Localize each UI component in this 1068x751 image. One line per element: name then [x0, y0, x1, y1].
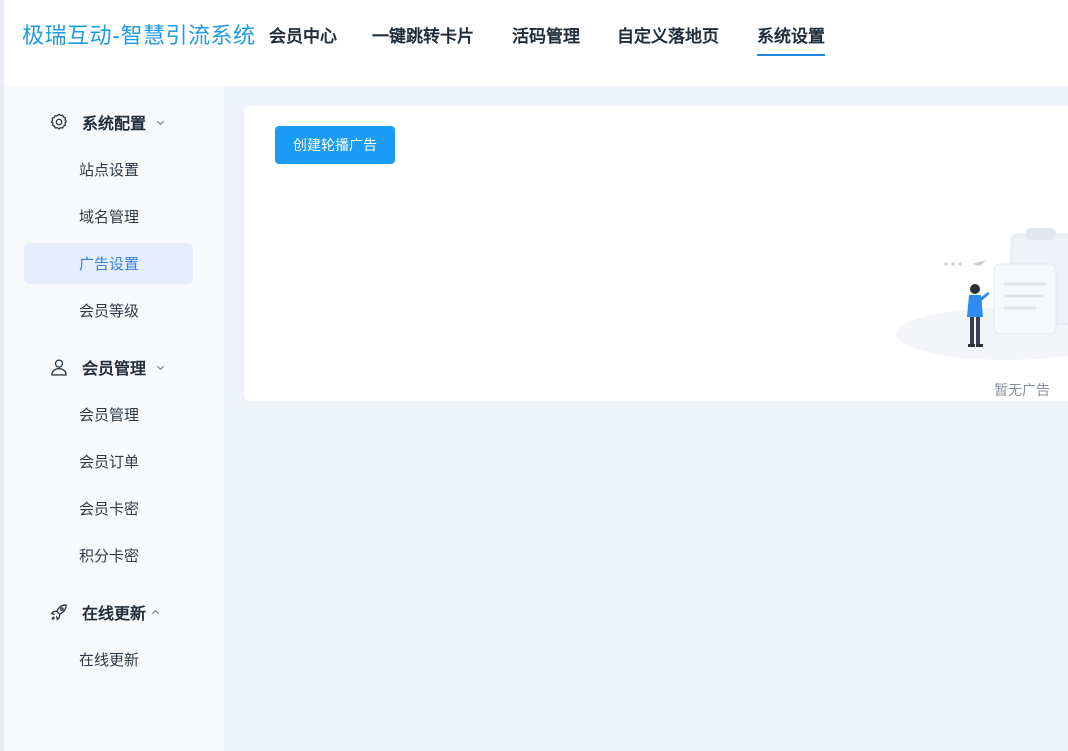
top-header: 极瑞互动-智慧引流系统 会员中心 一键跳转卡片 活码管理 自定义落地页 系统设置: [0, 0, 1068, 86]
nav-live-code[interactable]: 活码管理: [512, 24, 580, 50]
chevron-up-icon: [149, 606, 161, 618]
nav-member-center[interactable]: 会员中心: [269, 24, 337, 50]
empty-state-text: 暂无广告: [994, 383, 1050, 399]
chevron-down-icon: [154, 361, 166, 373]
sidebar-item-online-update[interactable]: 在线更新: [24, 639, 193, 680]
sidebar-group-label: 会员管理: [82, 359, 147, 378]
sidebar: 系统配置 站点设置 域名管理 广告设置 会员等级 会员管理 会员管理 会员订单 …: [0, 86, 224, 751]
sidebar-group-online-update[interactable]: 在线更新: [48, 597, 218, 627]
sidebar-item-member-management[interactable]: 会员管理: [24, 394, 193, 435]
sidebar-group-label: 在线更新: [82, 604, 147, 623]
app-logo[interactable]: 极瑞互动-智慧引流系统: [22, 22, 255, 52]
gear-icon: [48, 111, 70, 133]
sidebar-item-member-orders[interactable]: 会员订单: [24, 441, 193, 482]
chevron-down-icon: [154, 116, 166, 128]
app-root: 极瑞互动-智慧引流系统 会员中心 一键跳转卡片 活码管理 自定义落地页 系统设置…: [0, 0, 1068, 751]
sidebar-item-site-settings[interactable]: 站点设置: [24, 149, 193, 190]
sidebar-item-points-cards[interactable]: 积分卡密: [24, 535, 193, 576]
rocket-icon: [48, 601, 70, 623]
sidebar-group-member-management[interactable]: 会员管理: [48, 352, 218, 382]
nav-landing-page[interactable]: 自定义落地页: [617, 24, 719, 50]
sidebar-item-domain-management[interactable]: 域名管理: [24, 196, 193, 237]
ad-list-card: 创建轮播广告 暂无广告: [244, 106, 1068, 401]
sidebar-group-system-config[interactable]: 系统配置: [48, 107, 218, 137]
sidebar-group-label: 系统配置: [82, 114, 147, 133]
sidebar-item-member-cards[interactable]: 会员卡密: [24, 488, 193, 529]
empty-state-illustration: [876, 224, 1068, 364]
sidebar-item-ad-settings[interactable]: 广告设置: [24, 243, 193, 284]
create-carousel-ad-button[interactable]: 创建轮播广告: [275, 126, 395, 164]
nav-system-settings[interactable]: 系统设置: [757, 24, 825, 56]
user-icon: [48, 356, 70, 378]
sidebar-item-member-levels[interactable]: 会员等级: [24, 290, 193, 331]
nav-jump-card[interactable]: 一键跳转卡片: [372, 24, 474, 50]
